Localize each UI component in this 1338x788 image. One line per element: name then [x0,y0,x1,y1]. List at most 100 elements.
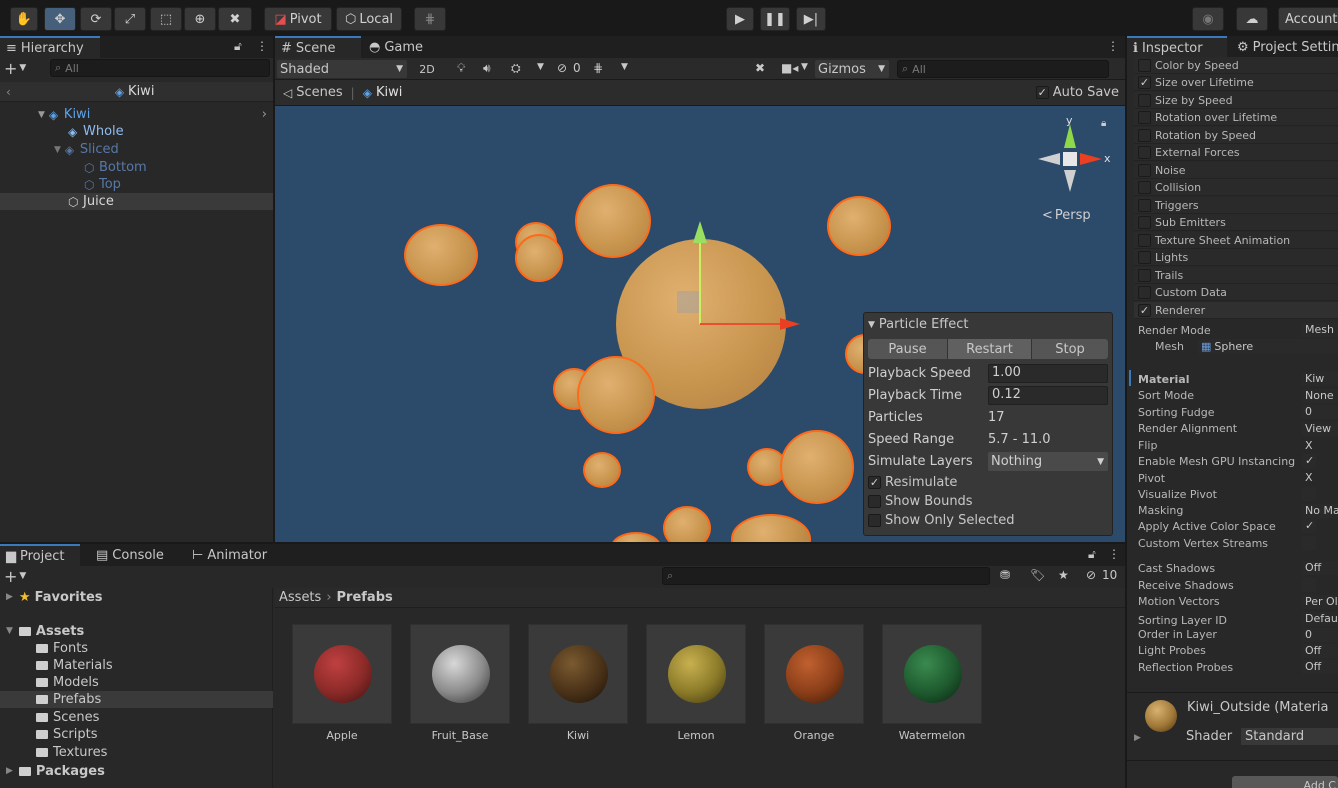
asset-tile[interactable] [292,624,392,724]
asset-tile[interactable] [410,624,510,724]
star-icon[interactable]: ★ [1058,568,1069,582]
prop-value[interactable]: X [1302,471,1338,485]
scene-viewport[interactable]: y x 🔒︎ < Persp ▼ Particle Effect Pause Res… [275,106,1125,542]
module-checkbox[interactable] [1138,145,1151,159]
show-only-selected-checkbox[interactable] [868,514,881,527]
hierarchy-item[interactable]: ▼ ◈ Sliced [0,141,273,158]
hierarchy-item[interactable]: ⬡ Bottom [0,159,273,176]
hierarchy-item[interactable]: ▼ ◈ Kiwi › [0,106,273,123]
audio-icon[interactable]: 🔊︎ [483,61,491,76]
pause-effect-button[interactable]: Pause [868,339,948,359]
expand-arrow-icon[interactable]: ▶ [1134,733,1141,743]
module-row[interactable]: External Forces [1134,144,1338,161]
hand-tool-button[interactable]: ✋ [10,7,38,31]
folder-item[interactable]: Models [36,674,99,691]
asset-tile[interactable] [646,624,746,724]
module-row[interactable]: Rotation over Lifetime [1134,109,1338,126]
breadcrumb-root[interactable]: Assets [279,590,321,605]
restart-effect-button[interactable]: Restart [948,339,1032,359]
more-icon[interactable]: ⋮ [1108,547,1120,561]
transform-tool-button[interactable]: ⊕ [184,7,216,31]
more-icon[interactable]: ⋮ [256,39,268,53]
folder-item[interactable]: Materials [36,657,113,674]
pause-button[interactable]: ❚❚ [760,7,790,31]
prop-value[interactable] [1302,487,1316,501]
folder-item[interactable]: Scripts [36,726,97,743]
module-row[interactable]: Trails [1134,267,1338,284]
show-bounds-checkbox[interactable] [868,495,881,508]
module-checkbox[interactable] [1138,198,1151,212]
step-button[interactable]: ▶| [796,7,826,31]
prop-value[interactable] [1302,536,1316,550]
tools-icon[interactable]: ✖ [755,61,765,75]
scene-search-input[interactable]: ⌕ All [897,60,1109,78]
breadcrumb-root[interactable]: Scenes [296,85,342,100]
mesh-field[interactable]: ▦ Sphere [1198,339,1338,354]
module-checkbox[interactable] [1138,268,1151,282]
module-checkbox[interactable]: ✓ [1138,303,1151,317]
tab-hierarchy[interactable]: ≡ Hierarchy [0,36,100,58]
2d-toggle[interactable]: 2D [415,60,439,78]
module-checkbox[interactable] [1138,233,1151,247]
prop-value[interactable]: Kiw [1302,372,1338,386]
render-mode-field[interactable]: Mesh [1302,323,1338,337]
module-row[interactable]: Texture Sheet Animation [1134,232,1338,249]
asset-tile[interactable] [882,624,982,724]
tab-inspector[interactable]: ℹ Inspector [1127,36,1227,58]
visibility-off-icon[interactable]: ⊘ [1086,568,1096,582]
custom-tool-button[interactable]: ✖ [218,7,252,31]
module-checkbox[interactable] [1138,93,1151,107]
hierarchy-search-input[interactable]: ⌕ All [50,59,270,77]
module-row[interactable]: Size by Speed [1134,92,1338,109]
simulate-layers-dropdown[interactable]: Nothing ▼ [988,452,1108,471]
resimulate-checkbox[interactable]: ✓ [868,476,881,489]
lock-icon[interactable]: 🔓︎ [234,39,242,54]
module-checkbox[interactable] [1138,180,1151,194]
cloud-button[interactable]: ☁ [1236,7,1268,31]
move-gizmo[interactable] [655,216,805,336]
grid-toggle-icon[interactable]: ⋕ [593,61,603,75]
module-checkbox[interactable] [1138,128,1151,142]
prop-value[interactable]: No Ma [1302,504,1338,518]
module-checkbox[interactable] [1138,215,1151,229]
prop-value[interactable]: 0 [1302,628,1338,642]
rect-tool-button[interactable]: ⬚ [150,7,182,31]
module-row[interactable]: Sub Emitters [1134,214,1338,231]
more-icon[interactable]: ⋮ [1107,39,1119,53]
orientation-gizmo[interactable] [1030,114,1110,204]
prop-value[interactable]: 0 [1302,405,1338,419]
rotate-tool-button[interactable]: ⟳ [80,7,112,31]
account-button[interactable]: Account [1278,7,1338,31]
gizmos-dropdown[interactable]: Gizmos ▼ [815,60,889,78]
collab-button[interactable]: ◉ [1192,7,1224,31]
prop-value[interactable]: Off [1302,644,1338,658]
tab-project[interactable]: ▆ Project [0,544,80,566]
lighting-icon[interactable]: 💡︎ [457,61,465,76]
module-checkbox[interactable] [1138,58,1151,72]
auto-save-checkbox[interactable]: ✓ [1035,86,1049,99]
show-bounds-toggle[interactable]: Show Bounds [868,494,973,509]
hierarchy-item-selected[interactable]: ⬡ Juice [0,193,273,210]
favorites-item[interactable]: ▶ ★ Favorites [6,588,103,606]
module-row[interactable]: Triggers [1134,197,1338,214]
camera-icon[interactable]: ■◂ [781,61,798,75]
folder-item[interactable]: Textures [36,744,107,761]
label-icon[interactable]: 🏷︎ [1030,568,1045,582]
prop-value[interactable]: ✓ [1302,454,1316,468]
hierarchy-item[interactable]: ◈ Whole [0,123,273,140]
effects-icon[interactable]: ⛭ [511,61,521,76]
hierarchy-add-button[interactable]: + ▼ [4,58,26,78]
module-row[interactable]: Noise [1134,162,1338,179]
lock-icon[interactable]: 🔒︎ [1101,118,1106,129]
project-add-button[interactable]: + ▼ [4,566,26,586]
prop-value[interactable]: X [1302,439,1338,453]
visibility-off-icon[interactable]: ⊘ [557,61,567,75]
module-row[interactable]: ✓ Size over Lifetime [1134,74,1338,91]
tab-game[interactable]: ◓ Game [363,36,429,58]
folder-item[interactable]: Scenes [36,709,99,726]
stop-effect-button[interactable]: Stop [1032,339,1108,359]
prop-value[interactable]: None [1302,389,1338,403]
chevron-right-icon[interactable]: › [262,107,267,122]
prop-value[interactable]: Off [1302,660,1338,674]
lock-icon[interactable]: 🔓︎ [1088,547,1096,562]
